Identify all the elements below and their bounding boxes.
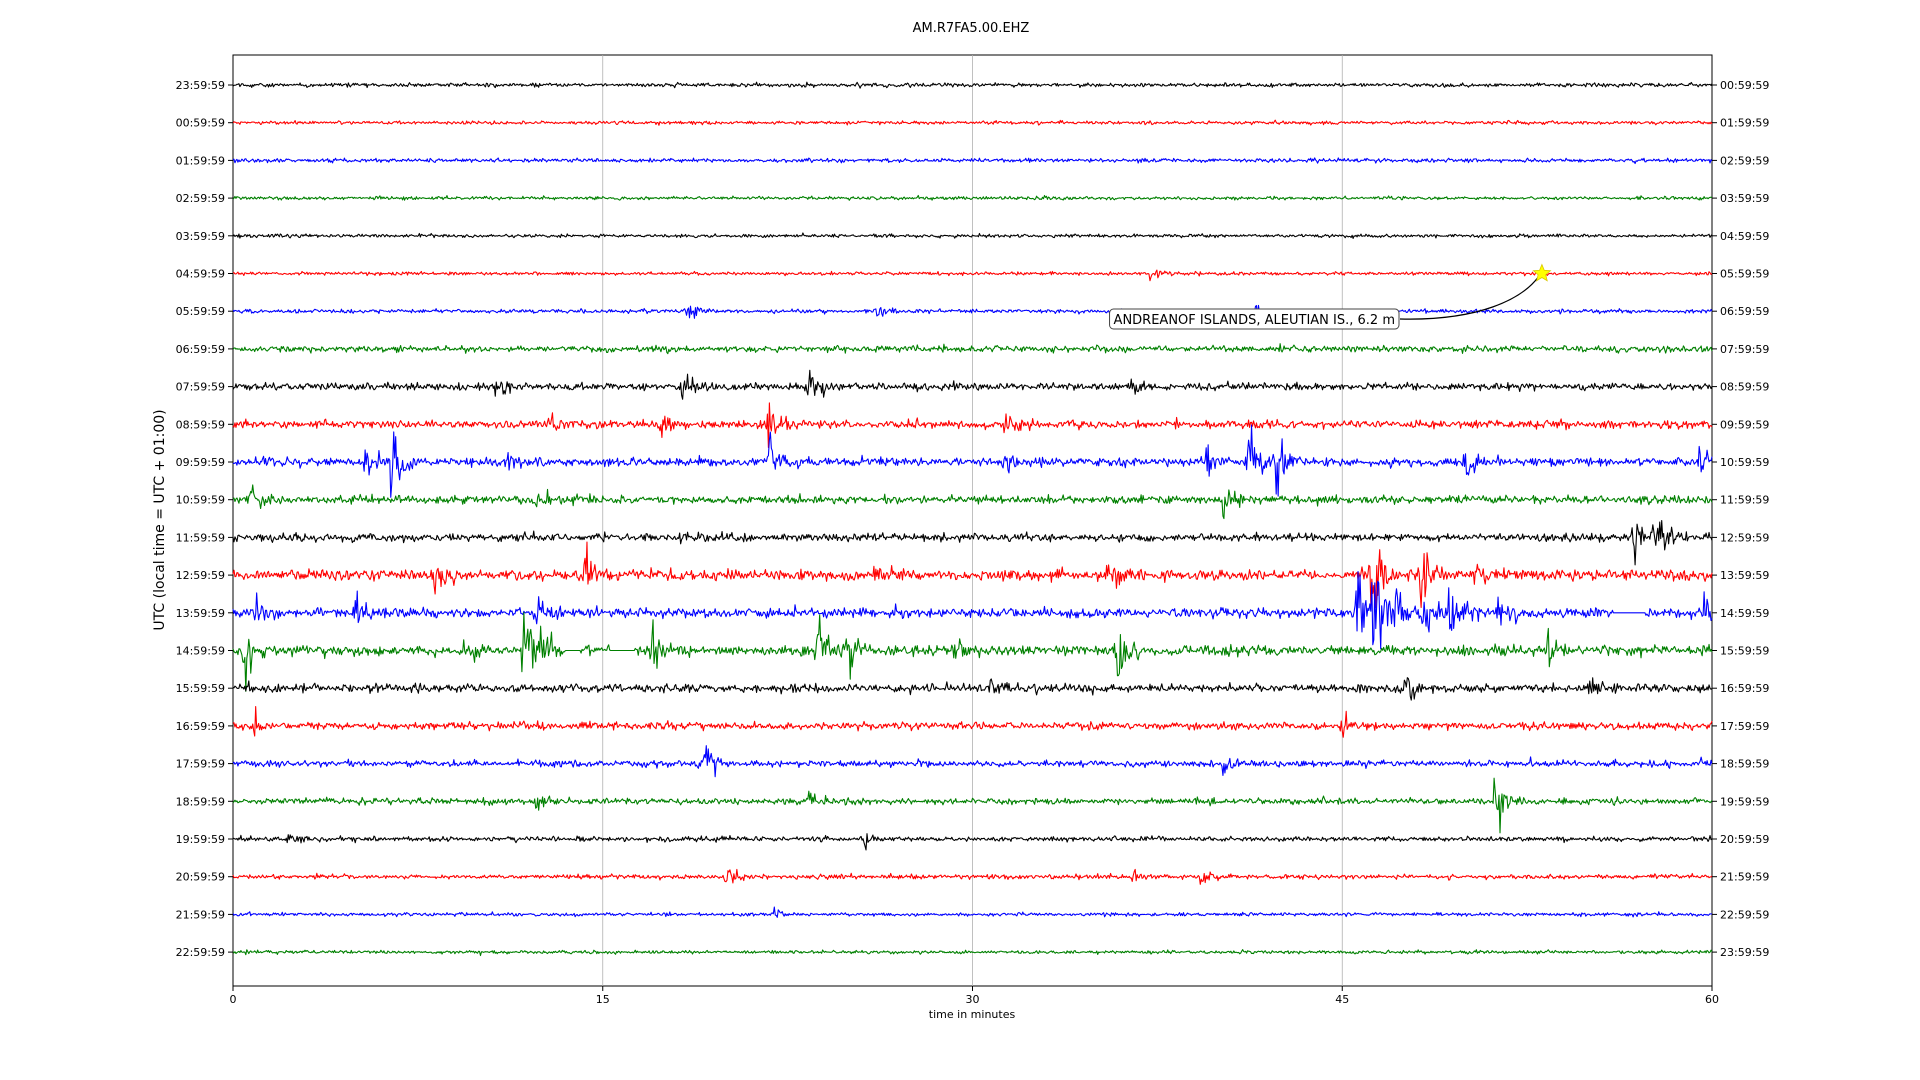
x-tick-label: 45 <box>1335 993 1349 1006</box>
x-tick-label: 0 <box>230 993 237 1006</box>
y-tick-label-right: 02:59:59 <box>1720 154 1769 167</box>
x-tick-label: 15 <box>596 993 610 1006</box>
y-tick-label-left: 16:59:59 <box>176 720 225 733</box>
y-tick-label-left: 13:59:59 <box>176 607 225 620</box>
event-star-marker <box>1532 263 1552 282</box>
y-tick-label-left: 09:59:59 <box>176 456 225 469</box>
y-tick-label-left: 21:59:59 <box>176 908 225 921</box>
y-tick-label-left: 14:59:59 <box>176 645 225 658</box>
y-tick-label-right: 22:59:59 <box>1720 908 1769 921</box>
y-tick-label-left: 20:59:59 <box>176 871 225 884</box>
x-tick-label: 60 <box>1705 993 1719 1006</box>
helicorder-chart: AM.R7FA5.00.EHZ 23:59:59 00:59:59 01:59:59… <box>152 21 1769 1021</box>
y-tick-label-right: 23:59:59 <box>1720 946 1769 959</box>
x-tick-label: 30 <box>966 993 980 1006</box>
y-tick-label-left: 08:59:59 <box>176 418 225 431</box>
y-tick-label-right: 06:59:59 <box>1720 305 1769 318</box>
y-tick-label-left: 00:59:59 <box>176 117 225 130</box>
y-tick-label-left: 22:59:59 <box>176 946 225 959</box>
y-tick-label-right: 03:59:59 <box>1720 192 1769 205</box>
y-tick-label-right: 15:59:59 <box>1720 645 1769 658</box>
y-tick-label-left: 11:59:59 <box>176 531 225 544</box>
y-tick-label-left: 15:59:59 <box>176 682 225 695</box>
y-tick-label-right: 18:59:59 <box>1720 758 1769 771</box>
y-tick-label-right: 07:59:59 <box>1720 343 1769 356</box>
y-tick-label-left: 12:59:59 <box>176 569 225 582</box>
y-tick-label-right: 19:59:59 <box>1720 795 1769 808</box>
y-tick-label-left: 02:59:59 <box>176 192 225 205</box>
y-tick-label-right: 04:59:59 <box>1720 230 1769 243</box>
y-tick-label-right: 05:59:59 <box>1720 268 1769 281</box>
y-tick-label-left: 07:59:59 <box>176 381 225 394</box>
y-tick-label-left: 03:59:59 <box>176 230 225 243</box>
y-tick-label-right: 11:59:59 <box>1720 494 1769 507</box>
y-tick-label-right: 20:59:59 <box>1720 833 1769 846</box>
annotation-label: ANDREANOF ISLANDS, ALEUTIAN IS., 6.2 m <box>1114 313 1395 328</box>
y-tick-label-right: 16:59:59 <box>1720 682 1769 695</box>
y-tick-label-right: 08:59:59 <box>1720 381 1769 394</box>
y-tick-label-left: 23:59:59 <box>176 79 225 92</box>
y-tick-label-right: 00:59:59 <box>1720 79 1769 92</box>
y-tick-label-right: 14:59:59 <box>1720 607 1769 620</box>
y-tick-label-right: 13:59:59 <box>1720 569 1769 582</box>
x-tick-labels: 0 15 30 45 60 <box>230 986 1719 1006</box>
y-tick-label-left: 19:59:59 <box>176 833 225 846</box>
y-tick-label-right: 12:59:59 <box>1720 531 1769 544</box>
y-axis-title: UTC (local time = UTC + 01:00) <box>152 409 168 630</box>
grid-lines <box>602 55 1343 986</box>
y-tick-label-left: 10:59:59 <box>176 494 225 507</box>
annotation-leader-line <box>1399 277 1539 320</box>
y-tick-label-right: 21:59:59 <box>1720 871 1769 884</box>
y-tick-label-left: 05:59:59 <box>176 305 225 318</box>
y-tick-label-left: 01:59:59 <box>176 154 225 167</box>
y-tick-label-left: 18:59:59 <box>176 795 225 808</box>
y-tick-label-right: 17:59:59 <box>1720 720 1769 733</box>
y-tick-label-right: 01:59:59 <box>1720 117 1769 130</box>
chart-title: AM.R7FA5.00.EHZ <box>913 21 1030 36</box>
y-tick-label-left: 17:59:59 <box>176 758 225 771</box>
y-tick-labels-right: 00:59:59 01:59:59 02:59:59 03:59:59 04:59:59… <box>1712 79 1769 959</box>
y-tick-labels-left: 23:59:59 00:59:59 01:59:59 02:59:59 03:59:59… <box>176 79 233 959</box>
x-axis-title: time in minutes <box>929 1008 1016 1021</box>
y-tick-label-right: 10:59:59 <box>1720 456 1769 469</box>
y-tick-label-left: 04:59:59 <box>176 268 225 281</box>
y-tick-label-right: 09:59:59 <box>1720 418 1769 431</box>
y-tick-label-left: 06:59:59 <box>176 343 225 356</box>
